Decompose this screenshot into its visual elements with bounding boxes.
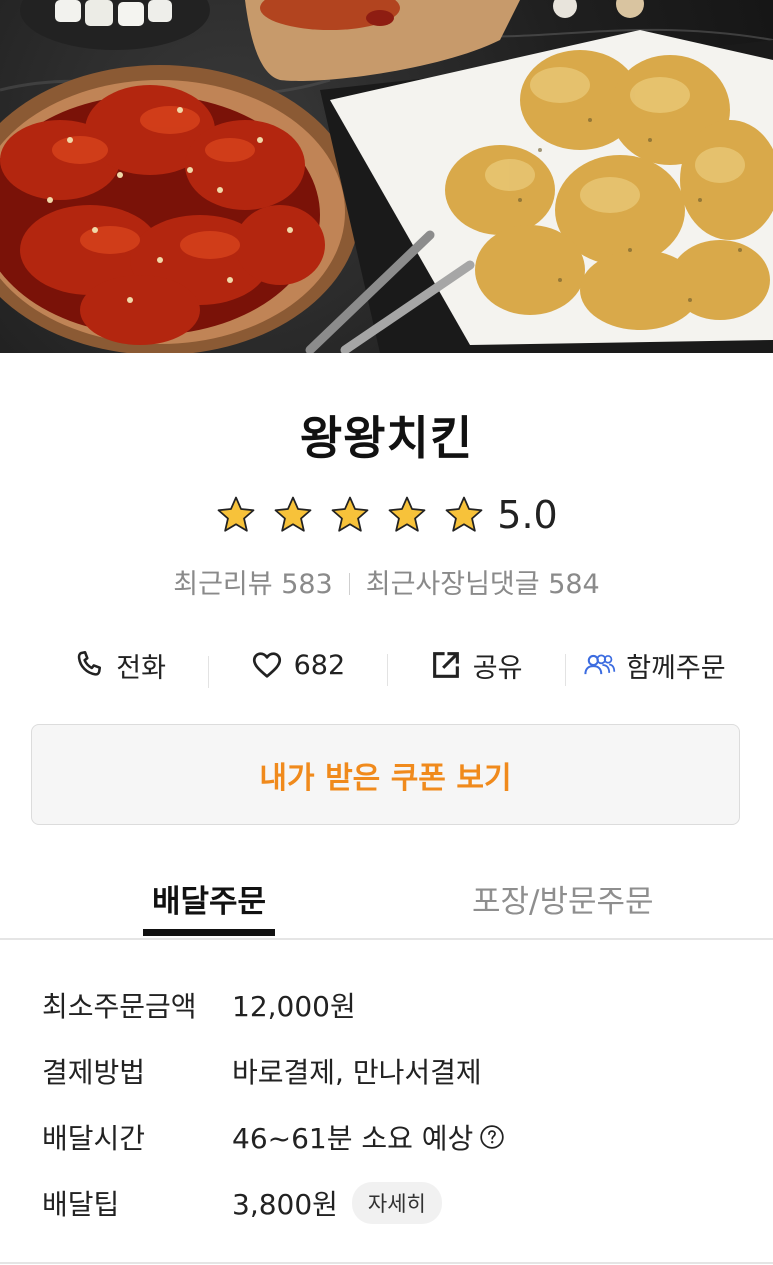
star-icon [331, 496, 369, 532]
store-action-bar: 전화 682 공유 함께주문 [30, 640, 743, 690]
star-icon [388, 496, 426, 532]
min-order-label: 최소주문금액 [42, 990, 197, 1023]
min-order-row: 최소주문금액 12,000원 [42, 985, 356, 1025]
rating-value: 5.0 [497, 493, 558, 537]
delivery-tip-detail-button[interactable]: 자세히 [351, 1182, 442, 1224]
star-icon [217, 496, 255, 532]
call-label: 전화 [116, 652, 166, 684]
recent-reviews-link[interactable]: 최근리뷰 583 [173, 569, 332, 600]
delivery-time-label: 배달시간 [42, 1122, 146, 1155]
star-rating [215, 494, 485, 536]
min-order-value: 12,000원 [232, 990, 356, 1023]
share-button[interactable]: 공유 [386, 646, 565, 686]
call-button[interactable]: 전화 [30, 646, 208, 685]
delivery-tip-value: 3,800원 [232, 1188, 338, 1221]
delivery-time-value-wrap: 46~61분 소요 예상 [232, 1117, 505, 1157]
store-name: 왕왕치킨 [299, 411, 474, 465]
rating-row: 5.0 [0, 490, 773, 540]
divider [0, 1262, 773, 1264]
payment-value: 바로결제, 만나서결제 [232, 1056, 482, 1089]
star-icon [445, 496, 483, 532]
share-label: 공유 [472, 652, 523, 684]
delivery-time-row: 배달시간 46~61분 소요 예상 [42, 1117, 505, 1157]
tab-delivery[interactable]: 배달주문 [143, 876, 275, 921]
delivery-time-value: 46~61분 소요 예상 [232, 1122, 474, 1155]
group-order-icon [584, 654, 616, 675]
share-icon [432, 652, 459, 678]
active-tab-indicator [143, 929, 275, 936]
my-coupons-button[interactable]: 내가 받은 쿠폰 보기 [31, 724, 740, 825]
help-icon[interactable] [479, 1124, 505, 1150]
delivery-tip-label: 배달팁 [42, 1188, 120, 1221]
divider [348, 573, 350, 595]
group-order-button[interactable]: 함께주문 [564, 646, 743, 686]
owner-replies-link[interactable]: 최근사장님댓글 584 [366, 569, 600, 600]
store-hero-image [0, 0, 773, 353]
divider [0, 938, 773, 940]
star-icon [274, 496, 312, 532]
delivery-tip-value-wrap: 3,800원 자세히 [232, 1182, 442, 1224]
group-order-label: 함께주문 [626, 652, 726, 684]
favorite-button[interactable]: 682 [208, 648, 386, 688]
tab-pickup[interactable]: 포장/방문주문 [472, 876, 654, 921]
order-type-tabs: 배달주문 포장/방문주문 [0, 858, 773, 938]
delivery-tip-row: 배달팁 3,800원 자세히 [42, 1182, 442, 1224]
favorite-count: 682 [293, 649, 346, 681]
heart-icon [252, 652, 281, 678]
phone-icon [78, 650, 102, 676]
review-summary: 최근리뷰 583 최근사장님댓글 584 [0, 562, 773, 601]
payment-row: 결제방법 바로결제, 만나서결제 [42, 1051, 482, 1091]
payment-label: 결제방법 [42, 1056, 146, 1089]
